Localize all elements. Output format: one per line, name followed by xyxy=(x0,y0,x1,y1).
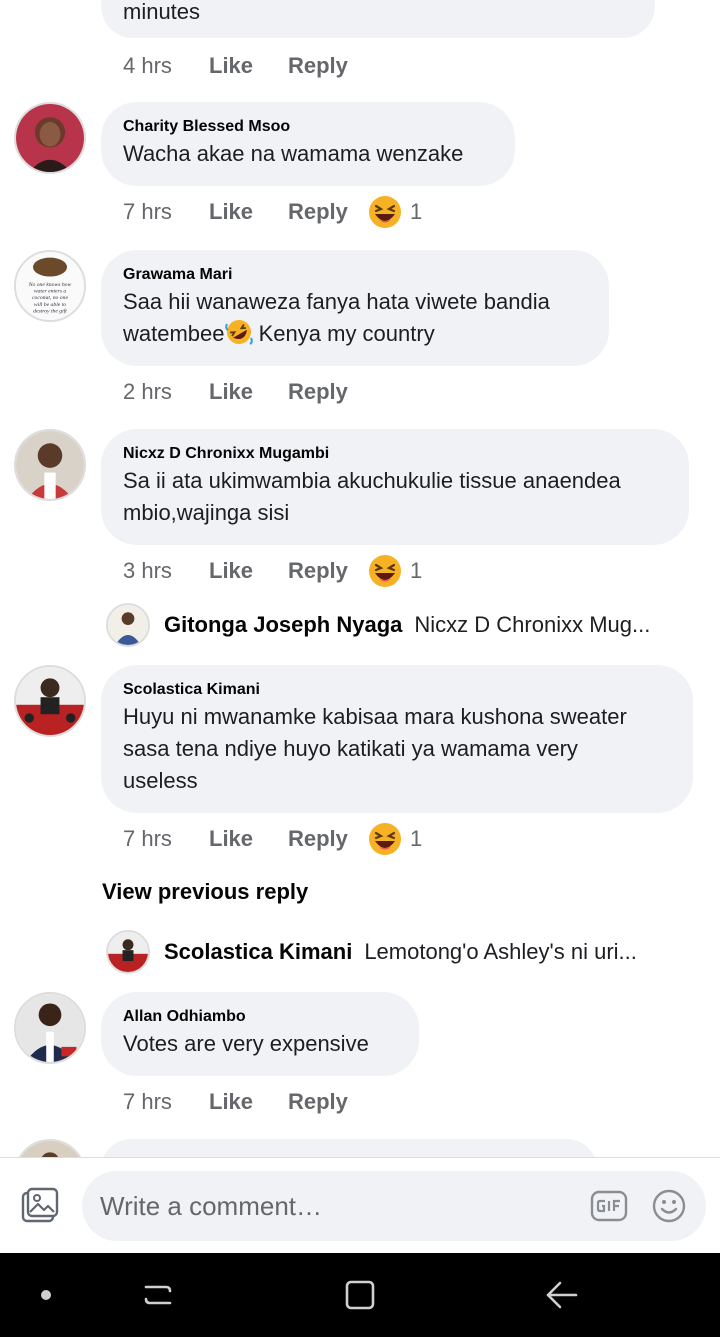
commenter-name[interactable]: Charity Blessed Msoo xyxy=(123,116,493,138)
comment-composer: Write a comment… xyxy=(0,1157,720,1253)
system-navigation-bar xyxy=(0,1253,720,1337)
commenter-name[interactable]: Scolastica Kimani xyxy=(123,679,671,701)
reply-author-name[interactable]: Scolastica Kimani xyxy=(164,939,352,965)
comment-input-placeholder: Write a comment… xyxy=(100,1190,323,1221)
haha-emoji-icon xyxy=(369,823,401,855)
comments-feed[interactable]: minutes 4 hrs Like Reply Charity Blessed… xyxy=(0,0,720,1158)
svg-text:No one knows how: No one knows how xyxy=(28,282,72,288)
comment-actions: 2 hrs Like Reply xyxy=(123,376,368,408)
avatar[interactable] xyxy=(14,429,86,501)
svg-text:water enters a: water enters a xyxy=(34,289,67,295)
home-icon[interactable] xyxy=(338,1273,382,1317)
comment-bubble[interactable]: Charity Blessed Msoo Wacha akae na wamam… xyxy=(101,102,515,186)
like-button[interactable]: Like xyxy=(209,558,288,584)
like-button[interactable]: Like xyxy=(209,1089,288,1115)
reply-button[interactable]: Reply xyxy=(288,1089,368,1115)
smile-icon[interactable] xyxy=(651,1188,687,1224)
reply-button[interactable]: Reply xyxy=(288,199,368,225)
commenter-name[interactable]: Nicxz D Chronixx Mugambi xyxy=(123,443,667,465)
like-button[interactable]: Like xyxy=(209,379,288,405)
comment-time: 7 hrs xyxy=(123,199,172,224)
avatar[interactable] xyxy=(14,992,86,1064)
commenter-name[interactable]: Allan Odhiambo xyxy=(123,1006,397,1028)
recent-apps-icon[interactable] xyxy=(136,1273,180,1317)
reply-button[interactable]: Reply xyxy=(288,379,368,405)
reaction-count[interactable]: 1 xyxy=(368,822,422,856)
comment-bubble[interactable] xyxy=(101,1139,597,1158)
reply-button[interactable]: Reply xyxy=(288,558,368,584)
avatar[interactable] xyxy=(14,1139,86,1158)
comment-text: Wacha akae na wamama wenzake xyxy=(123,141,464,166)
avatar[interactable] xyxy=(106,930,150,974)
comment-bubble[interactable]: Scolastica Kimani Huyu ni mwanamke kabis… xyxy=(101,665,693,813)
comment-time: 7 hrs xyxy=(123,1089,172,1114)
view-previous-reply-link[interactable]: View previous reply xyxy=(102,879,308,905)
back-icon[interactable] xyxy=(540,1273,584,1317)
comment-time: 3 hrs xyxy=(123,558,172,583)
reply-button[interactable]: Reply xyxy=(288,826,368,852)
comment-actions: 7 hrs Like Reply xyxy=(123,1086,368,1118)
comment-time: 7 hrs xyxy=(123,826,172,851)
comment-text: Saa hii wanaweza fanya hata viwete bandi… xyxy=(123,286,587,350)
svg-text:destroy the gift: destroy the gift xyxy=(33,307,67,314)
commenter-name[interactable]: Grawama Mari xyxy=(123,264,587,286)
svg-text:coconut, no one: coconut, no one xyxy=(32,295,68,301)
comment-text: Sa ii ata ukimwambia akuchukulie tissue … xyxy=(123,468,621,525)
comment-time: 2 hrs xyxy=(123,379,172,404)
avatar[interactable] xyxy=(106,603,150,647)
haha-emoji-icon xyxy=(369,196,401,228)
sub-reply[interactable]: Scolastica Kimani Lemotong'o Ashley's ni… xyxy=(106,930,637,974)
like-button[interactable]: Like xyxy=(209,199,288,225)
comment-text: Huyu ni mwanamke kabisaa mara kushona sw… xyxy=(123,704,627,793)
comment-actions: 7 hrs Like Reply 1 xyxy=(123,823,422,855)
avatar[interactable]: No one knows how water enters a coconut, n… xyxy=(14,250,86,322)
reply-preview-text: Lemotong'o Ashley's ni uri... xyxy=(364,939,637,964)
like-button[interactable]: Like xyxy=(209,53,288,79)
comment-time: 4 hrs xyxy=(123,53,172,78)
comment-bubble[interactable]: Grawama Mari Saa hii wanaweza fanya hata… xyxy=(101,250,609,366)
gif-icon[interactable] xyxy=(590,1190,628,1222)
comment-bubble[interactable]: minutes xyxy=(101,0,655,38)
comment-text: Votes are very expensive xyxy=(123,1031,369,1056)
avatar[interactable] xyxy=(14,102,86,174)
like-button[interactable]: Like xyxy=(209,826,288,852)
sub-reply[interactable]: Gitonga Joseph Nyaga Nicxz D Chronixx Mu… xyxy=(106,603,650,647)
comment-actions: 7 hrs Like Reply 1 xyxy=(123,196,422,228)
svg-text:will be able to: will be able to xyxy=(34,302,66,308)
photo-icon[interactable] xyxy=(20,1186,60,1226)
comment-actions: 3 hrs Like Reply 1 xyxy=(123,555,422,587)
reply-author-name[interactable]: Gitonga Joseph Nyaga xyxy=(164,612,402,638)
comment-text: minutes xyxy=(123,0,201,24)
reply-button[interactable]: Reply xyxy=(288,53,368,79)
reaction-count[interactable]: 1 xyxy=(368,195,422,229)
comment-bubble[interactable]: Nicxz D Chronixx Mugambi Sa ii ata ukimw… xyxy=(101,429,689,545)
comment-bubble[interactable]: Allan Odhiambo Votes are very expensive xyxy=(101,992,419,1076)
dot-icon[interactable] xyxy=(24,1273,68,1317)
avatar[interactable] xyxy=(14,665,86,737)
reaction-count[interactable]: 1 xyxy=(368,554,422,588)
rofl-emoji-icon xyxy=(224,320,253,345)
haha-emoji-icon xyxy=(369,555,401,587)
reply-preview-text: Nicxz D Chronixx Mug... xyxy=(414,612,651,637)
comment-actions: 4 hrs Like Reply xyxy=(123,50,368,82)
